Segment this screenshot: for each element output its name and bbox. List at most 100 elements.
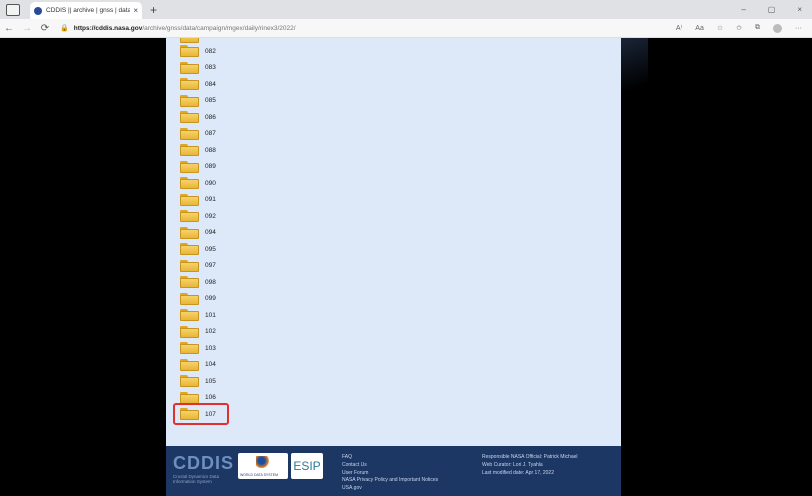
- folder-row[interactable]: 083: [180, 60, 380, 77]
- folder-row[interactable]: 092: [180, 208, 380, 225]
- site-footer: CDDIS Crustal Dynamics Data Information …: [166, 446, 621, 496]
- folder-row[interactable]: 087: [180, 126, 380, 143]
- folder-row[interactable]: 095: [180, 241, 380, 258]
- read-aloud-icon[interactable]: A⁾: [676, 24, 682, 32]
- folder-row[interactable]: 104: [180, 357, 380, 374]
- new-tab-button[interactable]: +: [150, 3, 157, 17]
- folder-row[interactable]: 107: [173, 403, 380, 425]
- footer-link-privacy[interactable]: NASA Privacy Policy and Important Notice…: [342, 477, 438, 485]
- folder-name-link[interactable]: 090: [205, 180, 216, 187]
- folder-name-link[interactable]: 092: [205, 213, 216, 220]
- lock-icon[interactable]: 🔒: [60, 24, 69, 32]
- folder-row[interactable]: 098: [180, 274, 380, 291]
- folder-row[interactable]: 094: [180, 225, 380, 242]
- esip-logo[interactable]: ESIP: [291, 453, 323, 479]
- footer-link-usagov[interactable]: USA.gov: [342, 485, 438, 493]
- back-icon[interactable]: ←: [0, 23, 18, 34]
- favicon-icon: [34, 6, 42, 15]
- folder-row[interactable]: 090: [180, 175, 380, 192]
- close-window-icon[interactable]: ×: [797, 5, 802, 14]
- folder-row[interactable]: 091: [180, 192, 380, 209]
- folder-row[interactable]: 103: [180, 340, 380, 357]
- folder-name-link[interactable]: 098: [205, 279, 216, 286]
- folder-name-link[interactable]: 106: [205, 394, 216, 401]
- folder-name-link[interactable]: 102: [205, 328, 216, 335]
- responsible-official: Responsible NASA Official: Patrick Micha…: [482, 454, 578, 460]
- folder-name-link[interactable]: 087: [205, 130, 216, 137]
- folder-name-link[interactable]: 088: [205, 147, 216, 154]
- folder-name-link[interactable]: 083: [205, 64, 216, 71]
- folder-row[interactable]: 102: [180, 324, 380, 341]
- page-viewport: 082 083 084 085 086 087 088 089 090 091 092 094 095 0…: [0, 38, 812, 496]
- folder-icon: [180, 144, 199, 157]
- folder-row[interactable]: 082: [180, 43, 380, 60]
- highlight-box: [173, 403, 229, 425]
- folder-row[interactable]: 089: [180, 159, 380, 176]
- cddis-logo[interactable]: CDDIS Crustal Dynamics Data Information …: [173, 453, 234, 485]
- browser-toolbar: A⁾ Aa ☆ ✩ ⧉ ···: [676, 23, 802, 33]
- folder-name-link[interactable]: 097: [205, 262, 216, 269]
- wds-logo[interactable]: WORLD DATA SYSTEM: [238, 453, 288, 479]
- footer-link-faq[interactable]: FAQ: [342, 454, 438, 462]
- footer-links: FAQ Contact Us User Forum NASA Privacy P…: [342, 454, 438, 493]
- folder-name-link[interactable]: 104: [205, 361, 216, 368]
- folder-icon: [180, 309, 199, 322]
- folder-name-link[interactable]: 094: [205, 229, 216, 236]
- folder-name-link[interactable]: 091: [205, 196, 216, 203]
- favorites-icon[interactable]: ✩: [736, 24, 742, 32]
- tab-strip: CDDIS || archive | gnss | data | ca × + …: [0, 0, 812, 19]
- tab-actions-icon[interactable]: [6, 3, 20, 16]
- folder-row[interactable]: 099: [180, 291, 380, 308]
- folder-icon: [180, 111, 199, 124]
- folder-name-link[interactable]: 084: [205, 81, 216, 88]
- folder-name-link[interactable]: 089: [205, 163, 216, 170]
- footer-link-contact[interactable]: Contact Us: [342, 462, 438, 470]
- folder-name-link[interactable]: 101: [205, 312, 216, 319]
- folder-name-link[interactable]: 085: [205, 97, 216, 104]
- more-icon[interactable]: ···: [795, 25, 802, 32]
- folder-icon: [180, 226, 199, 239]
- folder-icon: [180, 45, 199, 58]
- folder-icon: [180, 276, 199, 289]
- folder-icon: [180, 391, 199, 404]
- maximize-icon[interactable]: ▢: [768, 5, 776, 14]
- web-curator: Web Curator: Lori J. Tyahla: [482, 461, 543, 468]
- folder-name-link[interactable]: 086: [205, 114, 216, 121]
- folder-row[interactable]: 086: [180, 109, 380, 126]
- folder-name-link[interactable]: 095: [205, 246, 216, 253]
- wds-logo-label: WORLD DATA SYSTEM: [240, 473, 278, 477]
- address-bar-row: ← → ⟳ 🔒 https://cddis.nasa.gov /archive/…: [0, 19, 812, 38]
- folder-row[interactable]: 097: [180, 258, 380, 275]
- folder-name-link[interactable]: 105: [205, 378, 216, 385]
- footer-link-forum[interactable]: User Forum: [342, 470, 438, 478]
- forward-icon[interactable]: →: [18, 23, 36, 34]
- folder-name-link[interactable]: 099: [205, 295, 216, 302]
- url-field[interactable]: 🔒 https://cddis.nasa.gov /archive/gnss/d…: [60, 24, 296, 33]
- folder-icon: [180, 38, 199, 43]
- browser-tab[interactable]: CDDIS || archive | gnss | data | ca ×: [30, 2, 142, 19]
- folder-name-link[interactable]: 103: [205, 345, 216, 352]
- folder-row[interactable]: 101: [180, 307, 380, 324]
- refresh-icon[interactable]: ⟳: [36, 23, 54, 34]
- folder-icon: [180, 358, 199, 371]
- profile-avatar[interactable]: [773, 23, 782, 33]
- folder-row[interactable]: 088: [180, 142, 380, 159]
- cddis-logo-subtitle-2: Information System: [173, 479, 212, 485]
- background-decoration: [618, 38, 648, 98]
- folder-icon: [180, 94, 199, 107]
- minimize-icon[interactable]: –: [741, 5, 745, 14]
- collections-icon[interactable]: ⧉: [755, 24, 760, 32]
- favorite-icon[interactable]: ☆: [717, 24, 723, 32]
- reading-view-icon[interactable]: Aa: [695, 25, 704, 32]
- folder-icon: [180, 78, 199, 91]
- folder-icon: [180, 342, 199, 355]
- wds-emblem-icon: [256, 456, 270, 468]
- folder-row[interactable]: 084: [180, 76, 380, 93]
- footer-credits: Responsible NASA Official: Patrick Micha…: [482, 454, 578, 477]
- folder-row[interactable]: 085: [180, 93, 380, 110]
- tab-title: CDDIS || archive | gnss | data | ca: [46, 7, 131, 14]
- folder-name-link[interactable]: 082: [205, 48, 216, 55]
- folder-icon: [180, 160, 199, 173]
- folder-row[interactable]: 105: [180, 373, 380, 390]
- tab-close-icon[interactable]: ×: [133, 6, 138, 15]
